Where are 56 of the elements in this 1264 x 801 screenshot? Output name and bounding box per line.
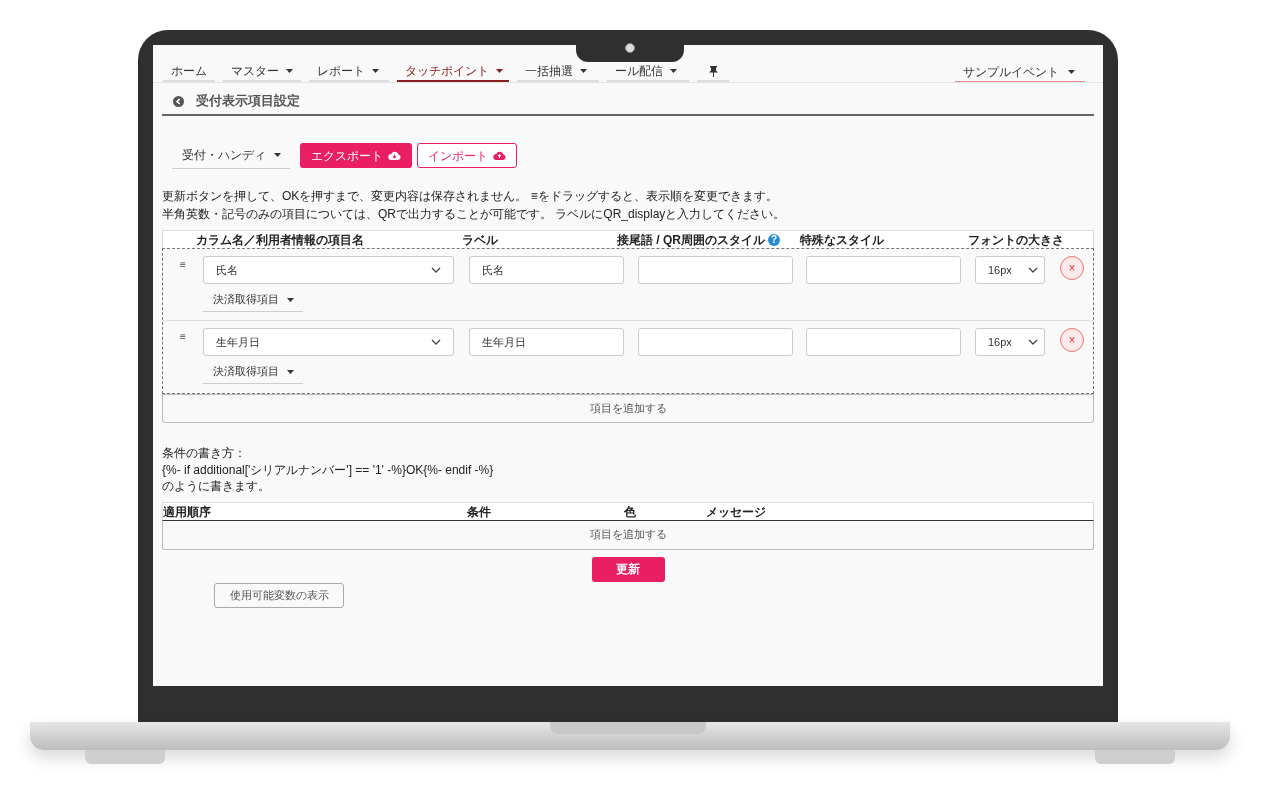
source-select[interactable]: 決済取得項目 (203, 360, 303, 384)
nav-tab[interactable]: マスター (223, 62, 301, 82)
special-style-field[interactable] (806, 256, 961, 284)
drag-handle[interactable]: ≡ (180, 257, 186, 272)
add-item-button[interactable]: 項目を追加する (162, 394, 1094, 423)
label-field[interactable]: 氏名 (469, 256, 624, 284)
add-condition-button[interactable]: 項目を追加する (162, 519, 1094, 550)
help-icon[interactable]: ? (768, 234, 780, 246)
column-header: 接尾語 / QR周囲のスタイル (617, 232, 765, 248)
mode-select[interactable]: 受付・ハンディ (172, 142, 290, 169)
column-select[interactable]: 生年月日 (203, 328, 454, 356)
note-text: 更新ボタンを押して、OKを押すまで、変更内容は保存されません。 ≡をドラッグすると、表示順を変更できます。 (162, 188, 779, 205)
source-select[interactable]: 決済取得項目 (203, 288, 303, 312)
update-button[interactable]: 更新 (591, 556, 665, 582)
caret-icon (274, 153, 281, 157)
column-select[interactable]: 氏名 (203, 256, 454, 284)
chevron-icon (1028, 267, 1038, 273)
column-header: カラム名／利用者情報の項目名 (196, 232, 364, 248)
caret-icon (287, 369, 294, 374)
column-header: ラベル (462, 232, 498, 248)
font-size-select[interactable]: 16px (975, 328, 1045, 356)
help-text: {%- if additional['シリアルナンバー'] == '1' -%}OK{%- endif -%} (162, 461, 495, 478)
import-button[interactable]: インポート (417, 143, 517, 168)
remove-button[interactable]: × (1060, 256, 1084, 280)
nav-tab[interactable]: タッチポイント (397, 62, 509, 82)
back-icon (173, 95, 184, 107)
show-variables-button[interactable]: 使用可能変数の表示 (214, 582, 344, 608)
camera-icon (625, 43, 635, 53)
suffix-style-field[interactable] (638, 256, 793, 284)
export-button[interactable]: エクスポート (300, 143, 412, 168)
chevron-icon (1028, 339, 1038, 345)
cloud-download-icon (388, 151, 401, 160)
help-text: のように書きます。 (162, 478, 271, 495)
caret-icon (287, 297, 294, 302)
chevron-icon (431, 267, 441, 273)
nav-tab[interactable]: レポート (309, 62, 389, 82)
event-select[interactable]: サンプルイベント (955, 62, 1085, 82)
chevron-icon (431, 339, 441, 345)
column-header: メッセージ (706, 503, 766, 520)
column-header: フォントの大きさ (968, 232, 1064, 248)
help-text: 条件の書き方： (162, 445, 247, 462)
nav-tab[interactable]: ホーム (163, 62, 215, 82)
drag-handle[interactable]: ≡ (180, 329, 186, 344)
column-header: 特殊なスタイル (800, 232, 884, 248)
column-header: 条件 (467, 503, 491, 520)
special-style-field[interactable] (806, 328, 961, 356)
page-title: 受付表示項目設定 (196, 92, 300, 111)
pin-icon (708, 65, 718, 77)
suffix-style-field[interactable] (638, 328, 793, 356)
column-header: 適用順序 (163, 503, 211, 520)
label-field[interactable]: 生年月日 (469, 328, 624, 356)
note-text: 半角英数・記号のみの項目については、QRで出力することが可能です。 ラベルにQR_displayと入力してください。 (162, 206, 787, 223)
font-size-select[interactable]: 16px (975, 256, 1045, 284)
remove-button[interactable]: × (1060, 328, 1084, 352)
column-header: 色 (624, 503, 636, 520)
cloud-upload-icon (493, 151, 506, 160)
